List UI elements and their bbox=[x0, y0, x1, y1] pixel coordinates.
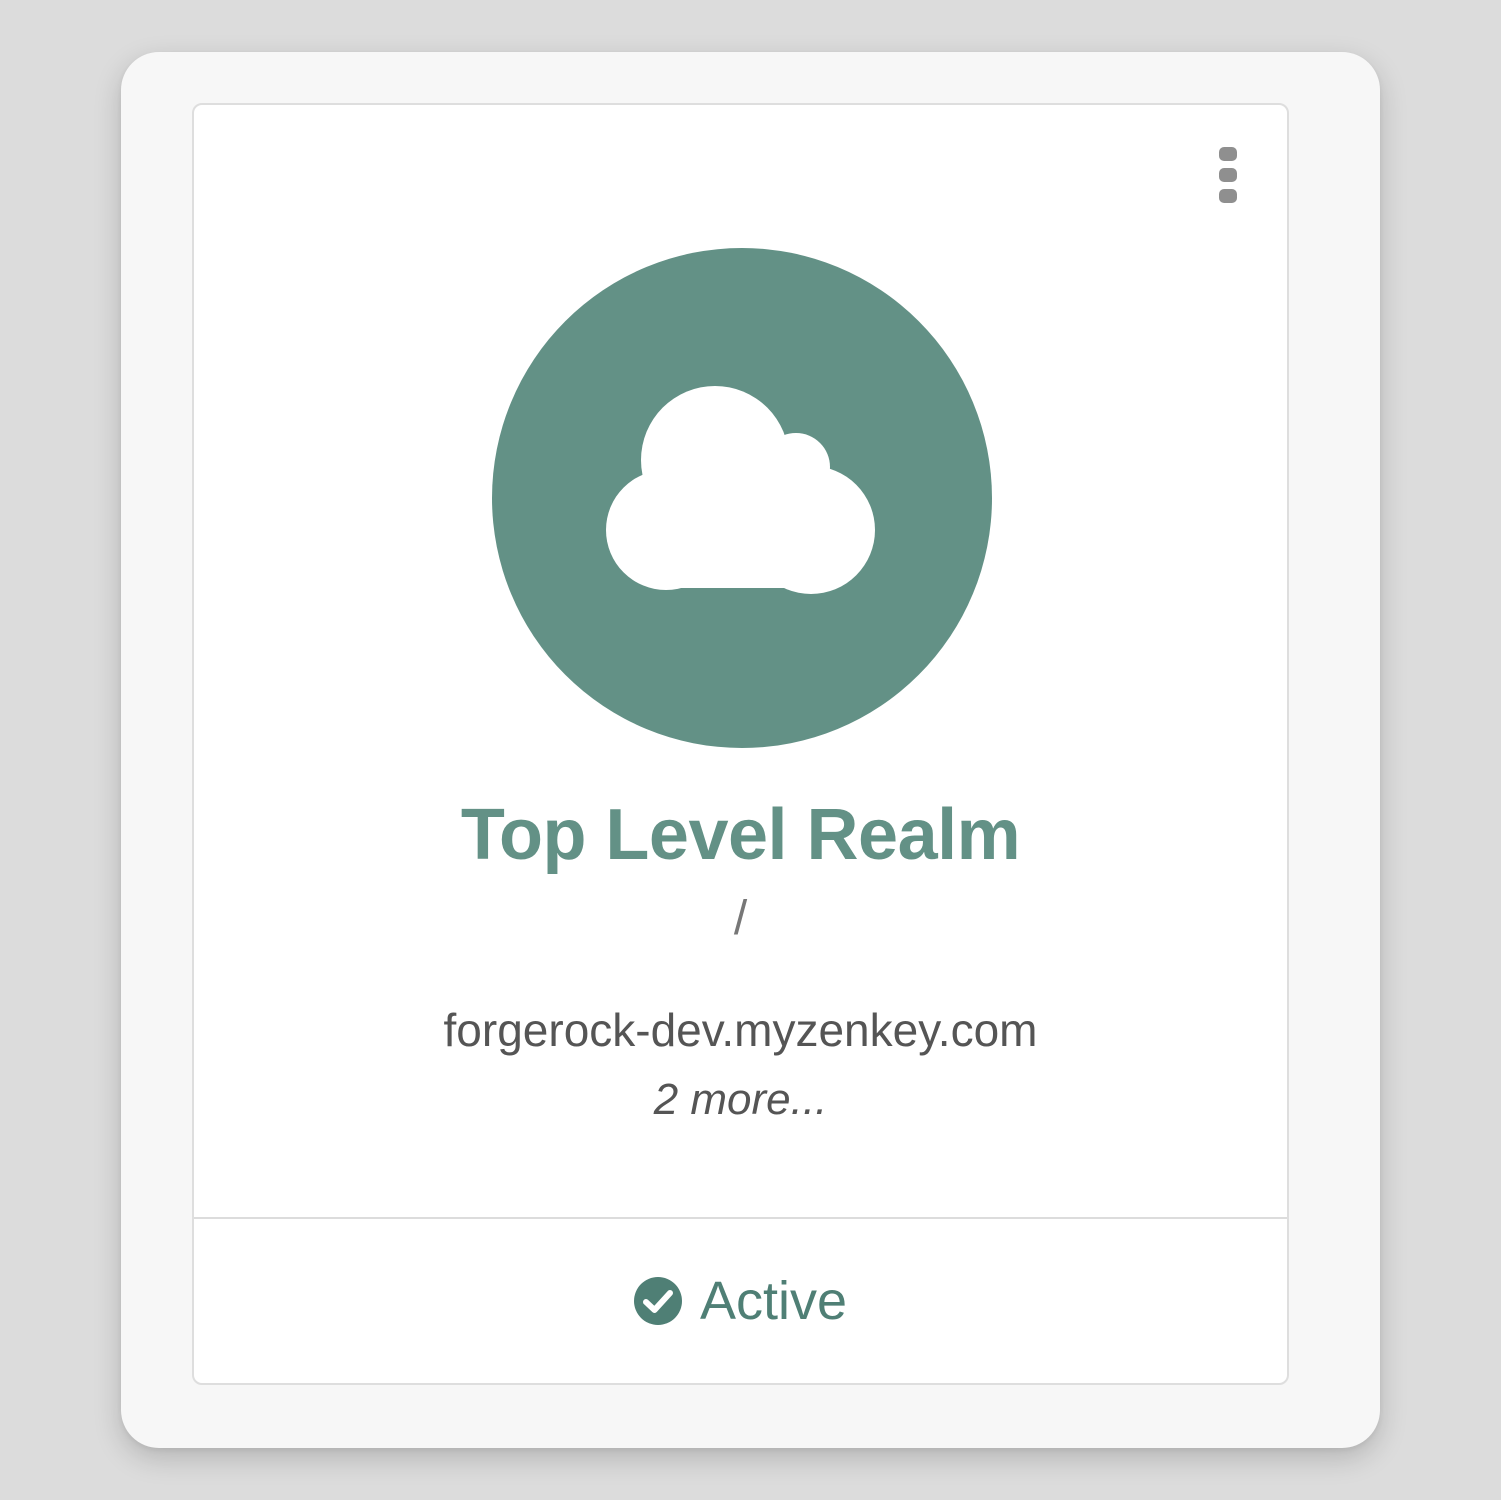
more-aliases-link[interactable]: 2 more... bbox=[194, 1073, 1287, 1127]
kebab-menu-icon[interactable] bbox=[1208, 143, 1248, 213]
realm-path: / bbox=[733, 892, 748, 945]
cloud-icon bbox=[606, 386, 875, 594]
card-footer: Active bbox=[194, 1219, 1287, 1383]
check-circle-icon bbox=[633, 1277, 682, 1325]
realm-alias: forgerock-dev.myzenkey.com bbox=[443, 1004, 1038, 1056]
realm-avatar bbox=[492, 248, 992, 748]
realm-name[interactable]: Top Level Realm bbox=[194, 793, 1287, 877]
status-label: Active bbox=[699, 1271, 848, 1331]
realm-card[interactable]: Top Level Realm / forgerock-dev.myzenkey… bbox=[192, 103, 1289, 1385]
